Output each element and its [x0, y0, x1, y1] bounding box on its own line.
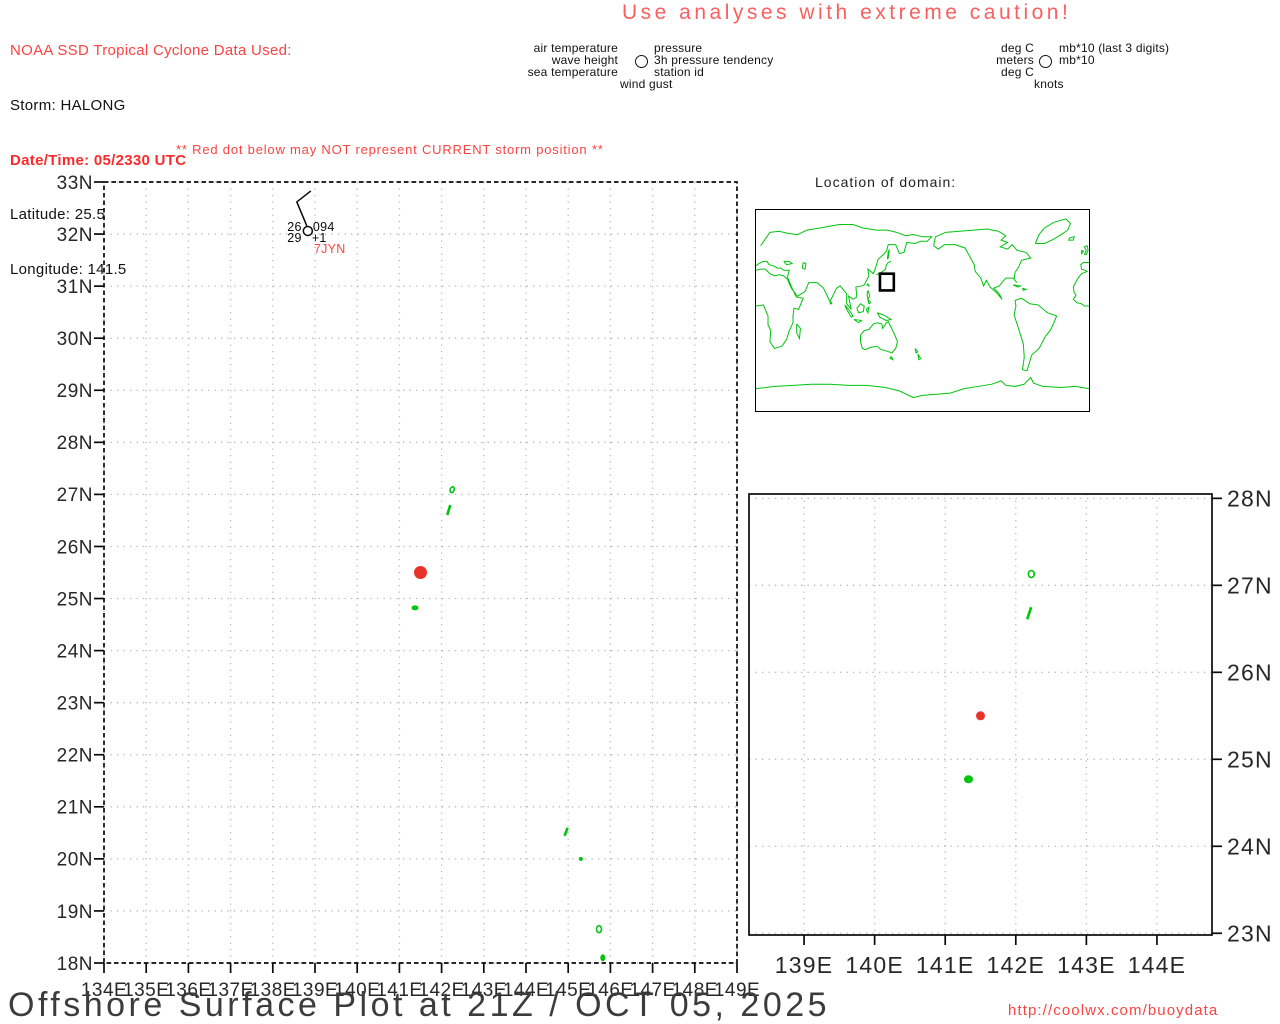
legend-unit-degc-sea: deg C	[1000, 65, 1034, 79]
lat-label: 24N	[57, 641, 93, 662]
lat-label: 21N	[57, 798, 93, 819]
lat-label: 32N	[57, 225, 93, 246]
world-locator-map	[755, 209, 1090, 412]
lat-label: 25N	[1227, 747, 1273, 773]
lat-label: 28N	[1227, 486, 1273, 512]
lon-label: 140E	[845, 952, 904, 978]
obs-station-id: 7JYN	[314, 242, 346, 256]
island	[411, 605, 419, 611]
island	[1025, 606, 1033, 620]
lat-label: 28N	[57, 433, 93, 454]
lat-label: 29N	[57, 381, 93, 402]
lat-label: 24N	[1227, 834, 1273, 860]
lon-label: 141E	[916, 952, 975, 978]
legend-sea-temperature: sea temperature	[527, 65, 618, 79]
buoy-plot-page: NOAA SSD Tropical Cyclone Data Used: Sto…	[0, 0, 1280, 1024]
island	[563, 827, 569, 837]
source-url-link[interactable]: http://coolwx.com/buoydata	[1008, 1002, 1218, 1019]
lon-label: 139E	[775, 952, 834, 978]
data-source-line: NOAA SSD Tropical Cyclone Data Used:	[10, 42, 292, 60]
lat-label: 33N	[57, 173, 93, 194]
zoomed-surface-plot-map: 139E 140E 141E 142E 143E 144E 23N 24N 25N 26N 27N 2…	[748, 486, 1273, 978]
storm-position-dot	[976, 711, 985, 721]
station-circle-icon	[1039, 55, 1052, 68]
island	[446, 504, 452, 516]
lat-label: 27N	[1227, 573, 1273, 599]
storm-name-line: Storm: HALONG	[10, 97, 126, 115]
lat-label: 26N	[57, 537, 93, 558]
lon-label: 142E	[987, 952, 1046, 978]
domain-extent-rect	[880, 274, 894, 291]
main-surface-plot-map: 134E135E136E137E138E139E140E141E142E143E…	[57, 173, 760, 1001]
lat-label: 26N	[1227, 660, 1273, 686]
island	[1027, 569, 1036, 579]
lat-label: 19N	[57, 902, 93, 923]
storm-position-dot	[414, 566, 427, 579]
island	[595, 924, 603, 934]
domain-map-title: Location of domain:	[815, 174, 957, 190]
island	[578, 856, 583, 861]
legend-unit-knots: knots	[1034, 77, 1064, 91]
lat-label: 31N	[57, 277, 93, 298]
lon-label: 144E	[1128, 952, 1187, 978]
lon-label: 143E	[1057, 952, 1116, 978]
legend-wind-gust: wind gust	[620, 77, 673, 91]
world-coastline	[756, 219, 1089, 398]
island	[964, 775, 974, 784]
obs-sea-temperature: 29	[287, 231, 302, 245]
station-circle-icon	[635, 55, 648, 68]
island	[449, 486, 456, 494]
island	[600, 954, 606, 962]
lat-label: 20N	[57, 850, 93, 871]
lat-label: 18N	[57, 954, 93, 975]
lat-label: 30N	[57, 329, 93, 350]
storm-position-note: ** Red dot below may NOT represent CURRE…	[176, 142, 604, 157]
legend-unit-mb10: mb*10	[1059, 53, 1095, 67]
lat-label: 23N	[57, 694, 93, 715]
lat-label: 22N	[57, 746, 93, 767]
caution-headline: Use analyses with extreme caution!	[622, 1, 1072, 24]
lat-label: 25N	[57, 589, 93, 610]
page-title: Offshore Surface Plot at 21Z / OCT 05, 2…	[8, 986, 831, 1024]
lat-label: 27N	[57, 485, 93, 506]
lat-label: 23N	[1227, 921, 1273, 947]
